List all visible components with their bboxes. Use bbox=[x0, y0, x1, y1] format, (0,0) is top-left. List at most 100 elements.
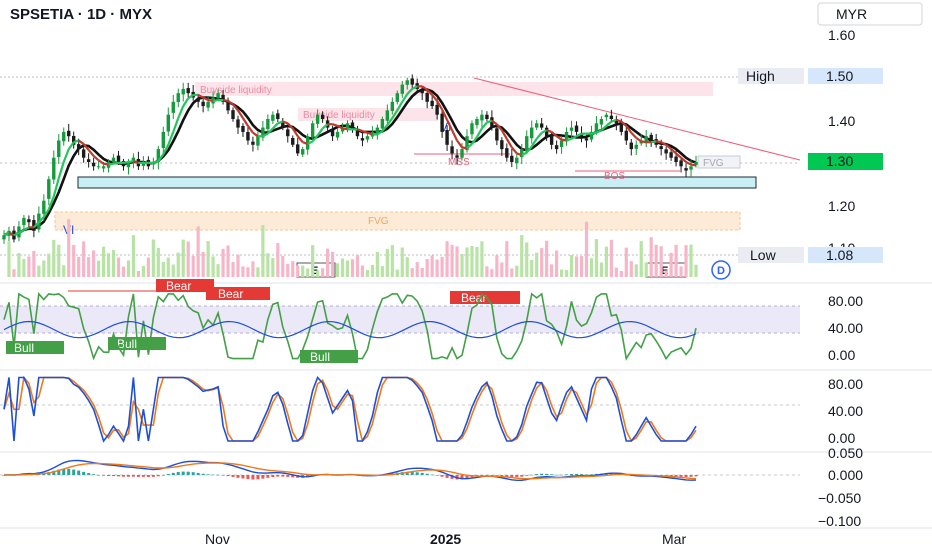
candle-body bbox=[460, 149, 464, 158]
volume-bar bbox=[405, 257, 409, 277]
macd-histogram-bar bbox=[251, 475, 255, 480]
macd-histogram-bar bbox=[246, 475, 250, 480]
volume-bar bbox=[445, 241, 449, 277]
macd-histogram-bar bbox=[415, 472, 419, 475]
macd-histogram-bar bbox=[221, 475, 225, 476]
candle-body bbox=[57, 140, 61, 158]
candle-body bbox=[659, 146, 663, 150]
volume-bar bbox=[525, 242, 529, 277]
volume-bar bbox=[619, 270, 623, 277]
trend-ribbon-segment bbox=[252, 131, 259, 138]
volume-bar bbox=[281, 255, 285, 277]
volume-bar bbox=[77, 256, 81, 277]
macd-histogram-bar bbox=[689, 475, 693, 477]
macd-histogram-bar bbox=[107, 475, 111, 477]
volume-bar bbox=[32, 250, 36, 277]
candle-body bbox=[96, 166, 101, 168]
volume-bar bbox=[216, 264, 220, 277]
volume-bar bbox=[251, 261, 255, 277]
macd-histogram-bar bbox=[226, 475, 230, 477]
volume-bar bbox=[440, 256, 444, 277]
candle-body bbox=[629, 142, 633, 150]
candle-body bbox=[62, 131, 66, 142]
trend-ribbon-segment bbox=[535, 132, 543, 140]
volume-bar bbox=[535, 252, 539, 277]
bear-label-2: Bear bbox=[218, 287, 243, 301]
time-axis[interactable]: Nov 2025 Mar bbox=[205, 531, 686, 547]
volume-bar bbox=[500, 262, 504, 277]
volume-bar bbox=[505, 241, 509, 277]
volume-bar bbox=[385, 248, 389, 277]
buyside-liquidity-label-1: Buyside liquidity bbox=[200, 85, 272, 96]
price-chart[interactable]: SPSETIA · 1D · MYX MYR Buyside liquidity… bbox=[0, 0, 932, 550]
volume-bar bbox=[614, 267, 618, 277]
candle-body bbox=[315, 114, 320, 124]
volume-bar bbox=[490, 269, 494, 277]
macd-tick-2: 0.000 bbox=[828, 467, 863, 483]
volume-bar bbox=[425, 258, 429, 277]
volume-bar bbox=[206, 241, 210, 277]
candle-body bbox=[440, 113, 444, 132]
macd-histogram-bar bbox=[281, 475, 285, 477]
volume-bar bbox=[156, 247, 160, 277]
volume-bar bbox=[67, 219, 71, 277]
volume-bar bbox=[485, 266, 489, 277]
trend-ribbon-segment bbox=[342, 127, 348, 131]
volume-bar bbox=[375, 251, 379, 277]
volume-bar bbox=[316, 270, 320, 277]
volume-bar bbox=[161, 261, 165, 277]
candle-body bbox=[42, 200, 46, 214]
macd-histogram-bar bbox=[545, 473, 549, 475]
volume-bar bbox=[540, 248, 544, 277]
candle-body bbox=[350, 122, 355, 128]
candle-body bbox=[510, 155, 514, 162]
candle-body bbox=[609, 115, 614, 119]
symbol-title[interactable]: SPSETIA · 1D · MYX bbox=[10, 6, 152, 23]
stoch-k-line bbox=[3, 375, 697, 443]
trend-ribbon-segment bbox=[123, 160, 129, 164]
currency-label[interactable]: MYR bbox=[836, 6, 867, 22]
candle-body bbox=[380, 119, 385, 129]
trend-ribbon-segment bbox=[685, 161, 692, 166]
volume-bar bbox=[87, 257, 91, 277]
candle-body bbox=[395, 93, 399, 102]
macd-histogram-bar bbox=[550, 474, 554, 475]
macd-histogram-bar bbox=[161, 475, 165, 476]
volume-bar bbox=[72, 244, 76, 277]
volume-bar bbox=[22, 259, 26, 277]
volume-bar bbox=[475, 246, 479, 277]
volume-bar bbox=[126, 260, 131, 277]
macd-histogram-bar bbox=[186, 471, 190, 475]
volume-bar bbox=[415, 262, 419, 277]
macd-histogram-bar bbox=[176, 472, 180, 475]
candle-body bbox=[649, 134, 653, 141]
macd-histogram-bar bbox=[684, 475, 688, 478]
macd-histogram-bar bbox=[570, 473, 574, 475]
macd-histogram-bar bbox=[181, 471, 185, 475]
volume-bar bbox=[355, 254, 360, 277]
volume-bar bbox=[669, 252, 673, 277]
macd-histogram-bar bbox=[555, 474, 559, 476]
dividend-marker[interactable]: D bbox=[717, 265, 725, 277]
price-axis[interactable]: 1.60 1.40 1.20 1.10 bbox=[828, 27, 855, 256]
volume-bar bbox=[694, 264, 698, 277]
candle-body bbox=[674, 156, 678, 162]
volume-bar bbox=[659, 246, 663, 277]
trend-ribbon-segment bbox=[97, 159, 105, 165]
bear-label-3: Bear bbox=[461, 291, 486, 305]
volume-bar bbox=[340, 258, 345, 277]
candle-body bbox=[201, 101, 205, 107]
trend-ribbon-segment bbox=[690, 163, 697, 167]
volume-bar bbox=[684, 245, 688, 277]
candle-body bbox=[470, 123, 474, 135]
macd-histogram-bar bbox=[151, 475, 155, 477]
macd-histogram-bar bbox=[261, 475, 265, 479]
macd-histogram-bar bbox=[82, 471, 86, 475]
trend-ribbon-segment bbox=[605, 120, 613, 127]
volume-bar bbox=[410, 268, 414, 277]
macd-histogram-bar bbox=[560, 474, 564, 476]
last-price-tag[interactable]: 1.30 bbox=[826, 153, 853, 169]
candle-body bbox=[176, 93, 180, 103]
candle-body bbox=[445, 130, 449, 145]
macd-histogram-bar bbox=[191, 472, 195, 475]
